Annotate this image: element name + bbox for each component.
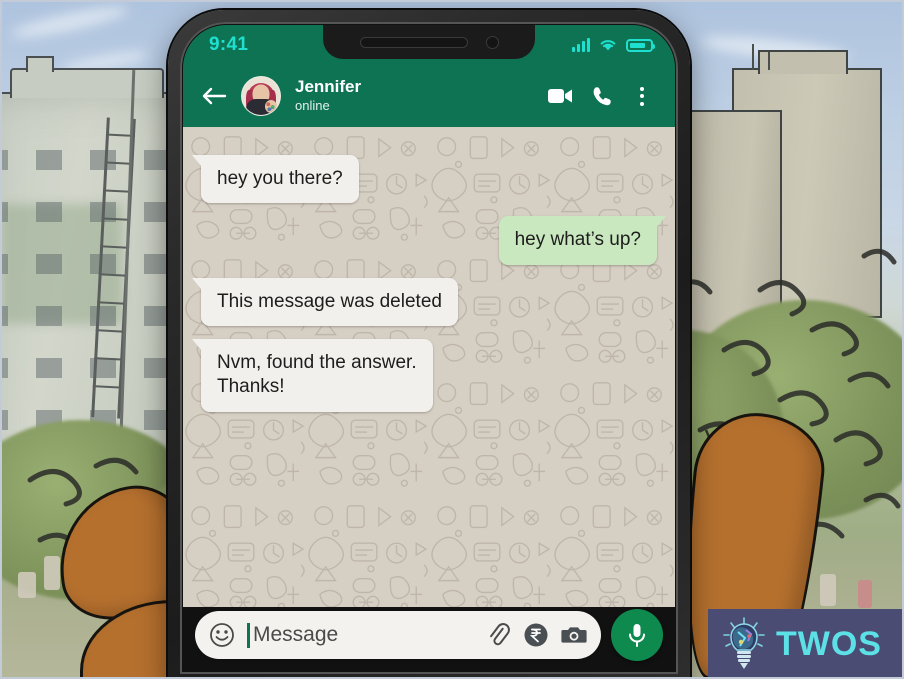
contact-info[interactable]: Jennifer online xyxy=(295,76,533,114)
phone-icon[interactable] xyxy=(587,81,617,111)
status-clock: 9:41 xyxy=(209,34,249,55)
front-camera-icon xyxy=(485,35,499,49)
phone-screen: 9:41 Jennifer online hey you there? hey … xyxy=(183,25,675,671)
table-row: Nvm, found the answer. Thanks! xyxy=(192,338,657,412)
wifi-icon xyxy=(600,40,616,51)
camera-icon[interactable] xyxy=(561,622,587,648)
rupee-icon[interactable] xyxy=(523,622,549,648)
table-row: hey what’s up? xyxy=(201,216,667,265)
overflow-menu-icon[interactable] xyxy=(629,81,655,111)
earpiece-speaker-icon xyxy=(359,36,468,48)
person-figure xyxy=(858,580,872,608)
paperclip-icon[interactable] xyxy=(485,622,511,648)
message-bubble[interactable]: hey you there? xyxy=(192,155,359,204)
smartphone-device: 9:41 Jennifer online hey you there? hey … xyxy=(168,10,690,679)
signal-bars-icon xyxy=(572,38,590,52)
contact-name: Jennifer xyxy=(295,76,362,96)
avatar[interactable] xyxy=(241,76,281,116)
back-arrow-icon[interactable] xyxy=(199,81,229,111)
search-input[interactable]: Message xyxy=(247,622,473,648)
message-list: hey you there? hey what’s up? This messa… xyxy=(183,127,675,607)
table-row: This message was deleted xyxy=(192,277,657,326)
lightbulb-icon xyxy=(723,617,765,669)
watermark-brand: TWOS xyxy=(776,624,882,663)
watermark-badge: TWOS xyxy=(708,609,904,679)
input-pill[interactable]: Message xyxy=(195,611,601,659)
table-row: hey you there? xyxy=(192,155,657,204)
message-bubble[interactable]: hey what’s up? xyxy=(498,216,667,265)
microphone-icon[interactable] xyxy=(611,609,663,661)
message-placeholder: Message xyxy=(253,623,339,646)
message-input-bar: Message xyxy=(183,607,675,671)
phone-bezel: 9:41 Jennifer online hey you there? hey … xyxy=(180,22,678,674)
message-bubble-deleted[interactable]: This message was deleted xyxy=(192,277,458,326)
battery-icon xyxy=(626,38,655,52)
chat-header: Jennifer online xyxy=(183,65,675,127)
message-bubble[interactable]: Nvm, found the answer. Thanks! xyxy=(192,338,433,412)
video-camera-icon[interactable] xyxy=(545,81,575,111)
contact-status: online xyxy=(295,97,330,113)
text-cursor xyxy=(247,622,250,648)
person-figure xyxy=(820,574,836,606)
person-figure xyxy=(18,572,36,598)
status-icons xyxy=(572,38,655,52)
phone-notch xyxy=(323,25,535,59)
person-figure xyxy=(44,556,60,590)
smiley-face-icon[interactable] xyxy=(209,622,235,648)
